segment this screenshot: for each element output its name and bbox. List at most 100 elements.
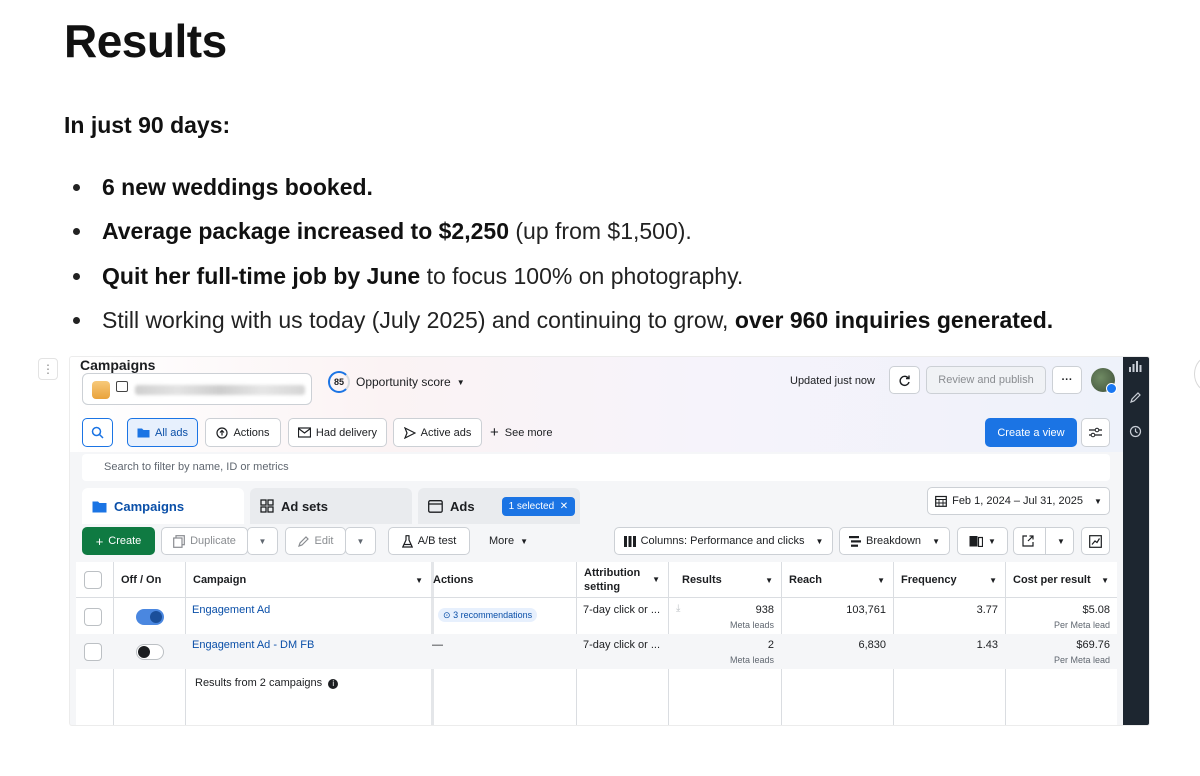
date-range-picker[interactable]: Feb 1, 2024 – Jul 31, 2025 ▼ <box>927 487 1110 515</box>
filter-settings-button[interactable] <box>1081 418 1110 447</box>
breakdown-button[interactable]: Breakdown ▼ <box>839 527 950 555</box>
attribution-cell: 7-day click or ... <box>583 604 661 616</box>
caret-down-icon: ▼ <box>815 536 824 546</box>
sliders-icon <box>1089 427 1102 438</box>
columns-button[interactable]: Columns: Performance and clicks ▼ <box>614 527 833 555</box>
folder-icon <box>137 428 150 438</box>
results-value: 938 <box>755 604 774 616</box>
column-header-cost-per-result[interactable]: Cost per result ▼ <box>1005 562 1117 598</box>
column-header-attribution[interactable]: Attribution setting ▼ <box>576 562 668 598</box>
caret-down-icon: ▼ <box>520 536 528 546</box>
plus-icon: + <box>490 424 499 441</box>
active-ads-filter[interactable]: Active ads <box>393 418 482 447</box>
pencil-icon[interactable] <box>1129 391 1142 407</box>
table-row[interactable]: Engagement Ad ⊙ 3 recommendations 7-day … <box>76 599 1117 634</box>
tab-campaigns[interactable]: Campaigns <box>82 488 244 524</box>
cost-value: $5.08 <box>1082 604 1110 616</box>
export-button[interactable]: ▼ <box>1013 527 1074 555</box>
edit-button[interactable]: Edit <box>285 527 346 555</box>
campaigns-table: Off / On Campaign ▼ Actions Attribution s… <box>76 562 1117 725</box>
caret-down-icon: ▼ <box>356 536 365 546</box>
create-button[interactable]: + Create <box>82 527 155 555</box>
opportunity-score[interactable]: 85 Opportunity score ▼ <box>328 371 465 393</box>
reports-icon <box>969 536 984 547</box>
results-summary: Results from 2 campaigns i <box>195 677 339 689</box>
frequency-value: 1.43 <box>976 639 998 651</box>
column-header-reach[interactable]: Reach ▼ <box>781 562 893 598</box>
results-unit: Meta leads <box>729 620 774 630</box>
tab-ads[interactable]: Ads 1 selected ✕ <box>418 488 580 524</box>
recommendation-icon: ⊙ <box>443 610 451 620</box>
reports-button[interactable]: ▼ <box>957 527 1008 555</box>
caret-down-icon: ▼ <box>765 575 773 585</box>
results-value: 2 <box>767 639 774 651</box>
results-unit: Meta leads <box>729 655 774 665</box>
caret-down-icon: ▼ <box>877 575 885 585</box>
selected-badge[interactable]: 1 selected ✕ <box>501 496 576 516</box>
send-icon <box>403 426 416 439</box>
row-checkbox[interactable] <box>84 643 102 661</box>
campaign-name-link[interactable]: Engagement Ad <box>192 604 270 616</box>
envelope-icon <box>297 427 311 438</box>
column-header-toggle[interactable]: Off / On <box>113 562 185 598</box>
list-item: 6 new weddings booked. <box>64 165 1053 209</box>
column-header-frequency[interactable]: Frequency ▼ <box>893 562 1005 598</box>
ad-account-icon <box>116 381 128 392</box>
flask-icon <box>401 534 413 548</box>
campaign-name-link[interactable]: Engagement Ad - DM FB <box>192 639 314 651</box>
create-view-button[interactable]: Create a view <box>985 418 1077 447</box>
column-header-results[interactable]: Results ▼ <box>674 562 781 598</box>
caret-down-icon: ▼ <box>932 536 940 546</box>
recommendations-badge[interactable]: ⊙ 3 recommendations <box>438 608 538 622</box>
edit-dropdown[interactable]: ▼ <box>345 527 376 555</box>
avatar[interactable] <box>1091 368 1117 394</box>
select-all-checkbox[interactable] <box>84 571 102 589</box>
row-checkbox[interactable] <box>84 608 102 626</box>
updated-status: Updated just now <box>790 375 875 387</box>
column-header-actions[interactable]: Actions <box>425 562 576 598</box>
refresh-button[interactable] <box>889 366 920 394</box>
folder-icon <box>92 501 107 512</box>
ad-icon <box>428 499 443 513</box>
results-subtitle: In just 90 days: <box>64 112 231 138</box>
table-row[interactable]: Engagement Ad - DM FB — 7-day click or .… <box>76 634 1117 669</box>
clock-icon[interactable] <box>1129 425 1142 441</box>
cost-value: $69.76 <box>1076 639 1110 651</box>
frequency-value: 3.77 <box>976 604 998 616</box>
search-input[interactable]: Search to filter by name, ID or metrics <box>82 454 1110 481</box>
charts-button[interactable] <box>1081 527 1110 555</box>
trend-icon <box>1089 534 1102 548</box>
download-icon: ⤓ <box>676 603 681 614</box>
more-options-button[interactable]: ··· <box>1052 366 1082 394</box>
account-selector[interactable] <box>82 373 312 405</box>
pencil-icon <box>297 536 309 547</box>
list-item: Average package increased to $2,250 (up … <box>64 209 1053 253</box>
duplicate-button[interactable]: Duplicate <box>161 527 248 555</box>
all-ads-filter[interactable]: All ads <box>127 418 198 447</box>
campaign-toggle[interactable] <box>136 644 164 660</box>
actions-filter[interactable]: Actions <box>205 418 281 447</box>
reach-value: 6,830 <box>858 639 886 651</box>
drag-handle-icon[interactable]: ⋮ <box>38 358 58 380</box>
caret-down-icon: ▼ <box>415 575 423 585</box>
opportunity-score-ring: 85 <box>328 371 350 393</box>
cost-unit: Per Meta lead <box>1053 620 1110 630</box>
caret-down-icon: ▼ <box>988 536 996 546</box>
columns-icon <box>623 535 636 547</box>
duplicate-dropdown[interactable]: ▼ <box>247 527 278 555</box>
had-delivery-filter[interactable]: Had delivery <box>288 418 387 447</box>
tab-ad-sets[interactable]: Ad sets <box>250 488 412 524</box>
bar-chart-icon[interactable] <box>1129 360 1142 375</box>
ab-test-button[interactable]: A/B test <box>388 527 470 555</box>
search-icon <box>91 426 104 439</box>
more-button[interactable]: More ▼ <box>477 527 528 555</box>
account-name-redacted <box>135 385 305 395</box>
list-item: Still working with us today (July 2025) … <box>64 298 1053 342</box>
close-icon: ✕ <box>559 500 569 512</box>
ads-manager-title: Campaigns <box>80 357 156 373</box>
column-header-campaign[interactable]: Campaign ▼ <box>185 562 431 598</box>
search-button[interactable] <box>82 418 113 447</box>
see-more-filters[interactable]: + See more <box>490 418 552 447</box>
review-publish-button[interactable]: Review and publish <box>926 366 1046 394</box>
campaign-toggle[interactable] <box>136 609 164 625</box>
